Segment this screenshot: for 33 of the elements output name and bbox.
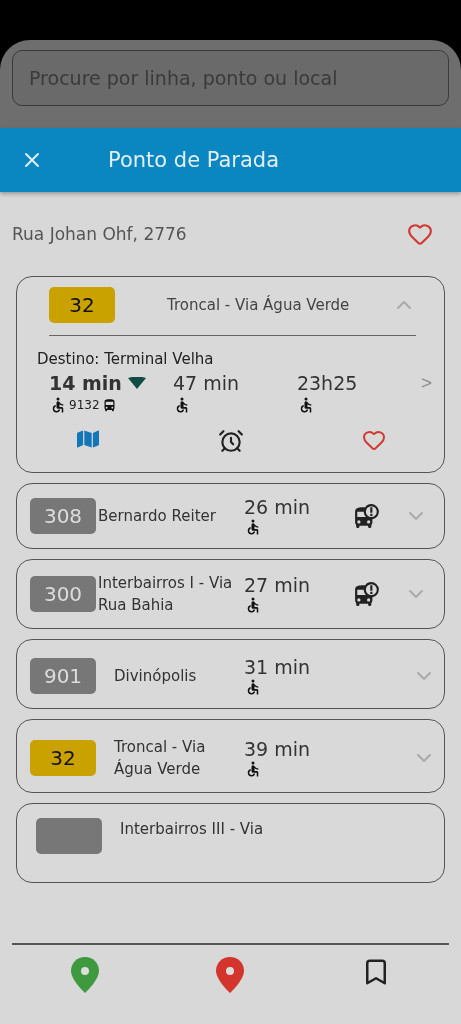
route-card[interactable]: 300 Interbairros I - Via Rua Bahia 27 min (16, 559, 445, 629)
heart-icon[interactable] (407, 221, 433, 247)
route-card[interactable]: Interbairros III - Via (16, 803, 445, 883)
route-name: Troncal - Via Água Verde (167, 294, 351, 316)
route-card[interactable]: 32 Troncal - Via Água Verde 39 min (16, 719, 445, 793)
route-number: 308 (30, 498, 96, 534)
location-pin-icon[interactable] (215, 956, 246, 993)
location-pin-icon[interactable] (69, 956, 100, 993)
arrival-time: 23h25 (296, 372, 358, 394)
route-name: Troncal - Via Água Verde (114, 737, 207, 780)
arrival-time: 47 min (172, 372, 239, 394)
arrival-time: 26 min (244, 496, 312, 518)
route-card[interactable]: 308 Bernardo Reiter 26 min (16, 483, 445, 549)
alarm-clock-icon[interactable] (217, 428, 244, 454)
route-number: 32 (49, 287, 115, 323)
route-number: 32 (30, 740, 96, 776)
arrival-time: 14 min (49, 372, 122, 394)
arrival-time: 27 min (244, 574, 312, 596)
route-card[interactable]: 901 Divinópolis 31 min (16, 639, 445, 709)
route-name: Divinópolis (114, 666, 198, 687)
route-number: 901 (30, 658, 96, 694)
route-name: Bernardo Reiter (98, 506, 217, 527)
stop-address: Rua Johan Ohf, 2776 (12, 224, 187, 244)
signal-icon (127, 377, 146, 389)
route-name: Interbairros III - Via (120, 819, 265, 840)
destination: Destino: Terminal Velha (37, 350, 215, 368)
route-number: 300 (30, 576, 96, 612)
header-title: Ponto de Parada (108, 148, 280, 172)
arrival-time: 39 min (244, 738, 312, 760)
route-card[interactable]: 32 Troncal - Via Água Verde Destino: Terminal Velha 14 min 9132 47 min 23h25 > (16, 276, 445, 473)
arrival-time: 31 min (244, 656, 312, 678)
vehicle-number: 9132 (69, 398, 100, 412)
route-name: Interbairros I - Via Rua Bahia (98, 573, 234, 616)
